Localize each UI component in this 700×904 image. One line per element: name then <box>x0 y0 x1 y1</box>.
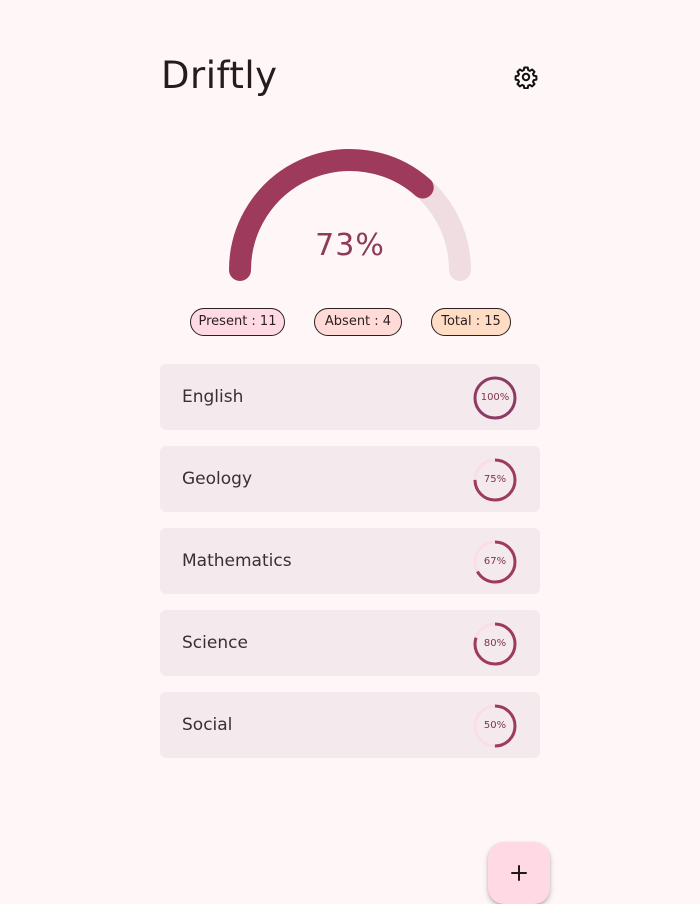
subject-name: Social <box>182 715 233 735</box>
gear-icon <box>514 66 538 89</box>
subject-name: Geology <box>182 469 253 489</box>
subject-percent: 67% <box>483 556 507 567</box>
subject-name: English <box>182 387 244 407</box>
stats-row: Present : 11 Absent : 4 Total : 15 <box>0 308 700 338</box>
subject-percent: 80% <box>483 638 507 649</box>
subject-list: English 100% Geology 75% Mathematics 67%… <box>160 364 540 774</box>
subject-card-science[interactable]: Science 80% <box>160 610 540 676</box>
absent-chip: Absent : 4 <box>314 308 402 336</box>
overall-percent: 73% <box>315 228 385 263</box>
subject-percent: 75% <box>483 474 507 485</box>
plus-icon <box>511 865 527 881</box>
present-chip: Present : 11 <box>190 308 285 336</box>
app-title: Driftly <box>161 54 278 97</box>
subject-card-social[interactable]: Social 50% <box>160 692 540 758</box>
add-subject-button[interactable] <box>488 842 550 904</box>
subject-percent: 100% <box>480 392 510 403</box>
subject-card-english[interactable]: English 100% <box>160 364 540 430</box>
subject-name: Mathematics <box>182 551 292 571</box>
subject-card-mathematics[interactable]: Mathematics 67% <box>160 528 540 594</box>
subject-percent: 50% <box>483 720 507 731</box>
total-chip: Total : 15 <box>431 308 511 336</box>
settings-button[interactable] <box>510 61 542 93</box>
subject-name: Science <box>182 633 248 653</box>
subject-card-geology[interactable]: Geology 75% <box>160 446 540 512</box>
overall-attendance-gauge <box>229 149 471 281</box>
